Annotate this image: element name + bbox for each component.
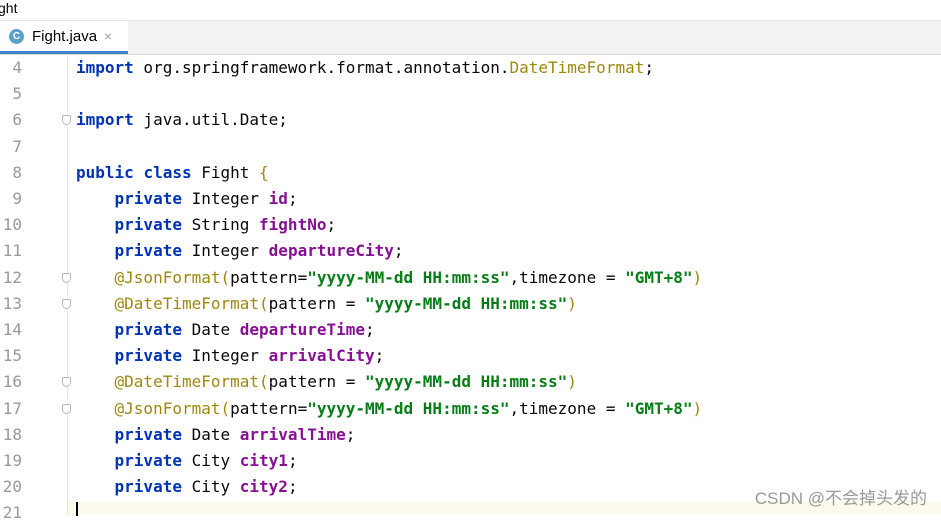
line-number: 17	[2, 398, 22, 418]
code-text: @JsonFormat(pattern="yyyy-MM-dd HH:mm:ss…	[114, 398, 703, 418]
code-text: private City city2;	[114, 477, 298, 497]
code-line[interactable]: 6 import java.util.Date;	[0, 107, 941, 133]
code-line[interactable]: 5	[0, 81, 941, 107]
code-line[interactable]: 7	[0, 134, 941, 160]
code-line[interactable]: 19 private City city1;	[0, 448, 941, 474]
code-text: import java.util.Date;	[76, 110, 288, 130]
text-caret	[76, 502, 78, 516]
code-text: public class Fight {	[76, 162, 269, 182]
line-number: 5	[12, 84, 22, 104]
code-text: @JsonFormat(pattern="yyyy-MM-dd HH:mm:ss…	[114, 267, 703, 287]
code-line[interactable]: 14 private Date departureTime;	[0, 317, 941, 343]
code-line[interactable]: 13 @DateTimeFormat(pattern = "yyyy-MM-dd…	[0, 291, 941, 317]
fold-marker-icon[interactable]	[62, 377, 71, 388]
code-text: private Date departureTime;	[114, 320, 375, 339]
code-line[interactable]: 17 @JsonFormat(pattern="yyyy-MM-dd HH:mm…	[0, 396, 941, 422]
window-title-bar: ght	[0, 0, 941, 21]
window-title: ght	[0, 0, 18, 16]
code-text: private Integer id;	[114, 189, 298, 208]
line-number: 12	[2, 267, 22, 287]
fold-marker-icon[interactable]	[62, 272, 71, 283]
code-line[interactable]: 11 private Integer departureCity;	[0, 238, 941, 264]
line-number: 15	[2, 346, 22, 366]
code-line[interactable]: 9 private Integer id;	[0, 186, 941, 212]
code-line[interactable]: 15 private Integer arrivalCity;	[0, 343, 941, 369]
code-text: private Date arrivalTime;	[114, 424, 356, 444]
line-number: 8	[12, 162, 22, 182]
line-number: 20	[2, 477, 22, 497]
line-number: 4	[12, 58, 22, 77]
close-icon[interactable]: ×	[104, 28, 112, 44]
line-number: 16	[2, 372, 22, 392]
watermark: CSDN @不会掉头发的	[754, 489, 927, 508]
editor-tab-bar: C Fight.java ×	[0, 21, 941, 55]
tab-fight-java[interactable]: C Fight.java ×	[0, 21, 128, 54]
line-number: 19	[2, 451, 22, 470]
code-text: private Integer departureCity;	[114, 241, 404, 261]
code-line[interactable]: 18 private Date arrivalTime;	[0, 422, 941, 448]
code-editor[interactable]: 4 import org.springframework.format.annot…	[0, 55, 941, 522]
java-class-icon: C	[9, 28, 24, 44]
line-number: 11	[2, 241, 22, 261]
code-line[interactable]: 8 public class Fight {	[0, 160, 941, 186]
line-number: 6	[12, 110, 22, 130]
line-number: 7	[12, 136, 22, 156]
code-text: @DateTimeFormat(pattern = "yyyy-MM-dd HH…	[114, 293, 577, 313]
line-number: 9	[12, 189, 22, 208]
line-number: 21	[2, 503, 22, 523]
code-text: @DateTimeFormat(pattern = "yyyy-MM-dd HH…	[114, 372, 577, 392]
code-text: import org.springframework.format.annota…	[76, 58, 654, 77]
fold-marker-icon[interactable]	[62, 403, 71, 414]
line-number: 18	[2, 424, 22, 444]
code-text: private Integer arrivalCity;	[114, 346, 385, 366]
line-number: 14	[2, 320, 22, 339]
code-line[interactable]: 4 import org.springframework.format.annot…	[0, 55, 941, 81]
code-line[interactable]: 16 @DateTimeFormat(pattern = "yyyy-MM-dd…	[0, 369, 941, 395]
code-text: private City city1;	[114, 451, 298, 470]
fold-marker-icon[interactable]	[62, 115, 71, 126]
code-line[interactable]: 12 @JsonFormat(pattern="yyyy-MM-dd HH:mm…	[0, 265, 941, 291]
line-number: 13	[2, 293, 22, 313]
code-line[interactable]: 10 private String fightNo;	[0, 212, 941, 238]
fold-marker-icon[interactable]	[62, 298, 71, 309]
code-text: private String fightNo;	[114, 215, 337, 235]
line-number: 10	[2, 215, 22, 235]
tab-label: Fight.java	[32, 27, 98, 45]
